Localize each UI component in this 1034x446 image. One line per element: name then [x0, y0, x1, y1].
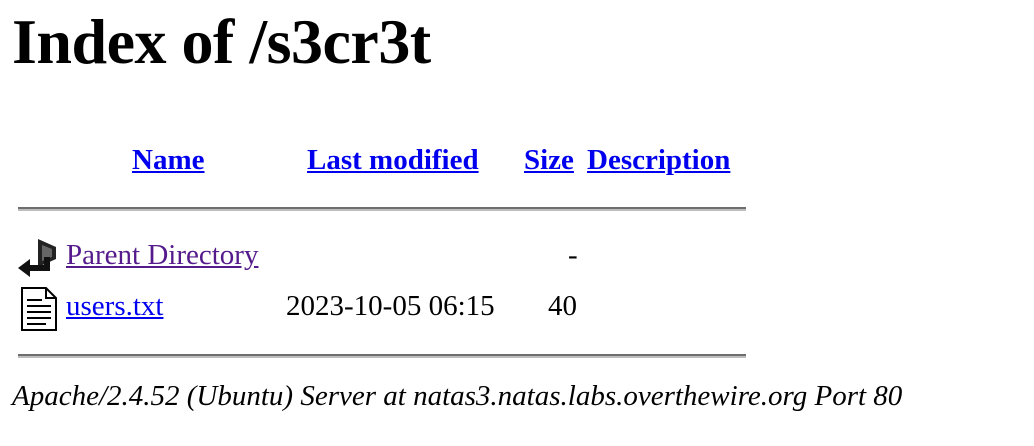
sort-by-name-link[interactable]: Name — [132, 143, 204, 178]
sort-by-description-link[interactable]: Description — [587, 143, 730, 178]
sort-by-last-modified-link[interactable]: Last modified — [307, 143, 479, 178]
users-txt-link[interactable]: users.txt — [66, 289, 163, 324]
page-title: Index of /s3cr3t — [12, 6, 431, 77]
parent-directory-link[interactable]: Parent Directory — [66, 238, 258, 273]
footer-divider — [18, 354, 746, 358]
header-divider — [18, 207, 746, 211]
size-cell: 40 — [548, 290, 577, 322]
back-arrow-icon — [18, 239, 56, 277]
size-cell: - — [568, 239, 578, 271]
text-file-icon — [21, 287, 57, 331]
sort-by-size-link[interactable]: Size — [524, 143, 574, 178]
server-signature: Apache/2.4.52 (Ubuntu) Server at natas3.… — [12, 380, 903, 412]
last-modified-cell: 2023-10-05 06:15 — [286, 290, 495, 322]
